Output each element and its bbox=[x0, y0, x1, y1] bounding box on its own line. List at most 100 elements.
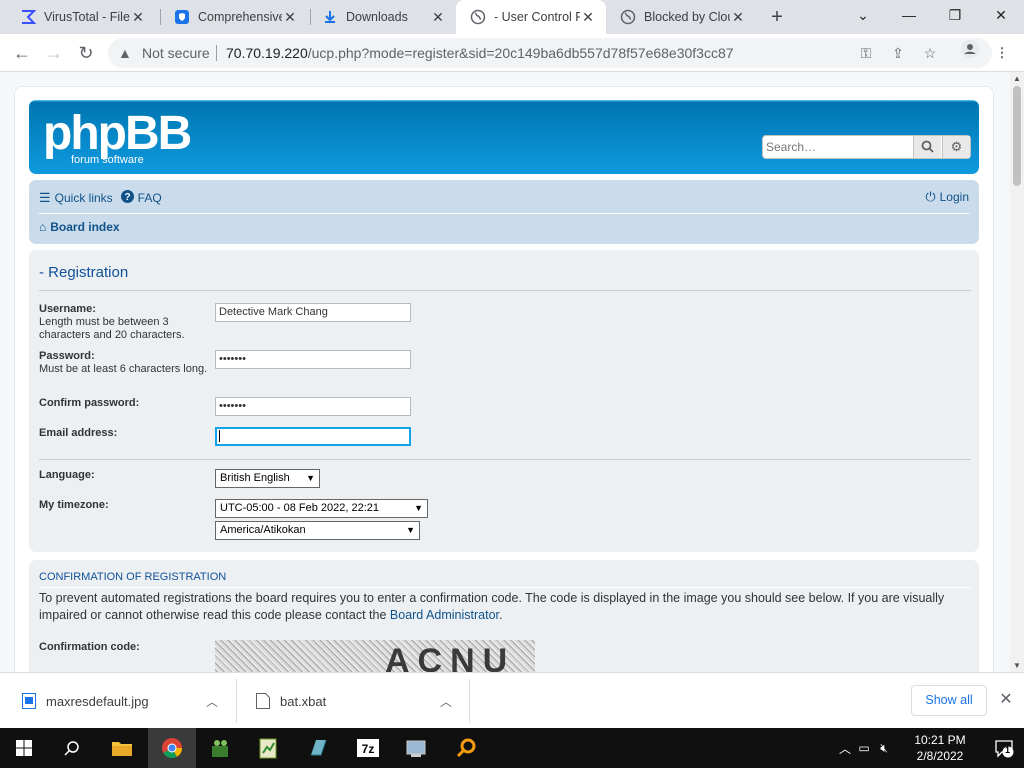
gear-icon: ⚙ bbox=[950, 139, 963, 154]
tab-search-button[interactable]: ⌄ bbox=[840, 0, 886, 30]
close-icon[interactable]: ✕ bbox=[580, 9, 596, 25]
globe-icon bbox=[470, 9, 486, 25]
file-icon bbox=[256, 693, 270, 709]
menu-icon[interactable]: ⋮ bbox=[988, 39, 1016, 67]
globe-icon bbox=[620, 9, 636, 25]
search-taskbar-button[interactable] bbox=[48, 728, 96, 768]
app-button[interactable] bbox=[392, 728, 440, 768]
tab-comprehensive[interactable]: Comprehensive ✕ bbox=[160, 0, 308, 34]
scroll-down-icon[interactable]: ▼ bbox=[1013, 661, 1021, 670]
profile-icon[interactable] bbox=[956, 39, 984, 67]
close-icon[interactable]: ✕ bbox=[730, 9, 746, 25]
timezone-region-value: America/Atikokan bbox=[220, 524, 306, 536]
restore-button[interactable]: ❐ bbox=[932, 0, 978, 30]
language-value: British English bbox=[220, 472, 290, 484]
password-label: Password: bbox=[39, 350, 95, 362]
close-download-bar-icon[interactable]: ✕ bbox=[996, 689, 1016, 711]
download-item[interactable]: bat.xbat ︿ bbox=[256, 673, 466, 729]
search-app-button[interactable] bbox=[442, 728, 490, 768]
divider bbox=[469, 679, 470, 723]
quick-links-label: Quick links bbox=[54, 191, 113, 205]
back-button[interactable]: ← bbox=[8, 39, 36, 67]
timezone-region-select[interactable]: America/Atikokan ▼ bbox=[215, 521, 420, 540]
board-index-link[interactable]: Board index bbox=[50, 220, 119, 234]
key-icon[interactable]: ⚿ bbox=[856, 43, 876, 63]
volume-muted-icon[interactable]: 🔇︎ bbox=[874, 741, 894, 756]
address-bar[interactable]: ▲ Not secure 70.70.19.220/ucp.php?mode=r… bbox=[108, 38, 992, 68]
7zip-button[interactable]: 7z bbox=[344, 728, 392, 768]
forward-button[interactable]: → bbox=[40, 39, 68, 67]
close-icon[interactable]: ✕ bbox=[282, 9, 298, 25]
file-explorer-button[interactable] bbox=[98, 728, 146, 768]
app-button[interactable] bbox=[294, 728, 342, 768]
email-field[interactable] bbox=[215, 427, 411, 446]
tab-downloads[interactable]: Downloads ✕ bbox=[308, 0, 456, 34]
new-tab-button[interactable]: + bbox=[764, 4, 790, 30]
advanced-search-button[interactable]: ⚙ bbox=[942, 136, 970, 158]
notifications-button[interactable]: 1 bbox=[984, 728, 1024, 768]
confirm-password-field[interactable]: ••••••• bbox=[215, 397, 411, 416]
notepad-icon bbox=[259, 738, 277, 759]
browser-toolbar: ← → ↻ ▲ Not secure 70.70.19.220/ucp.php?… bbox=[0, 34, 1024, 72]
chevron-up-icon[interactable]: ︿ bbox=[836, 740, 854, 757]
star-icon[interactable]: ☆ bbox=[920, 43, 940, 63]
confirm-password-label: Confirm password: bbox=[39, 397, 140, 409]
faq-label: FAQ bbox=[137, 191, 162, 205]
close-window-button[interactable]: ✕ bbox=[978, 0, 1024, 30]
tab-user-control-panel[interactable]: - User Control P ✕ bbox=[456, 0, 606, 34]
password-field[interactable]: ••••••• bbox=[215, 350, 411, 369]
scrollbar[interactable]: ▲ ▼ bbox=[1010, 72, 1024, 672]
tab-virustotal[interactable]: VirusTotal - File ✕ bbox=[6, 0, 156, 34]
7zip-icon: 7z bbox=[357, 739, 379, 757]
tab-title: Blocked by Clou bbox=[644, 10, 730, 24]
download-filename: maxresdefault.jpg bbox=[46, 693, 149, 709]
app-icon bbox=[406, 740, 426, 757]
notification-count: 1 bbox=[1005, 745, 1011, 755]
reload-button[interactable]: ↻ bbox=[72, 39, 100, 67]
chevron-up-icon[interactable]: ︿ bbox=[206, 693, 218, 710]
app-button[interactable] bbox=[196, 728, 244, 768]
scroll-up-icon[interactable]: ▲ bbox=[1013, 74, 1021, 83]
minimize-button[interactable]: — bbox=[886, 0, 932, 30]
board-admin-link[interactable]: Board Administrator bbox=[390, 608, 499, 622]
username-field[interactable]: Detective Mark Chang bbox=[215, 303, 411, 322]
download-bar: maxresdefault.jpg ︿ bat.xbat ︿ Show all … bbox=[0, 672, 1024, 728]
faq-link[interactable]: ? FAQ bbox=[120, 190, 162, 206]
share-icon[interactable]: ⇪ bbox=[888, 43, 908, 63]
download-item[interactable]: maxresdefault.jpg ︿ bbox=[22, 673, 232, 729]
phpbb-logo[interactable]: phpBB forum software bbox=[43, 110, 192, 167]
close-icon[interactable]: ✕ bbox=[430, 9, 446, 25]
registration-panel: - Registration Username: Length must be … bbox=[29, 250, 979, 552]
logo-subtext: forum software bbox=[71, 154, 144, 166]
close-icon[interactable]: ✕ bbox=[130, 9, 146, 25]
windows-taskbar: 7z ︿ ▭ 🔇︎ 10:21 PM 2/8/2022 1 bbox=[0, 728, 1024, 768]
search-box: ⚙ bbox=[762, 135, 971, 159]
timezone-select[interactable]: UTC-05:00 - 08 Feb 2022, 22:21 ▼ bbox=[215, 499, 428, 518]
search-button[interactable] bbox=[913, 136, 941, 158]
captcha-image: ACNU bbox=[215, 640, 535, 672]
chrome-button[interactable] bbox=[148, 728, 196, 768]
network-icon[interactable]: ▭ bbox=[854, 741, 874, 755]
system-tray: ︿ ▭ 🔇︎ bbox=[836, 728, 894, 768]
scrollbar-thumb[interactable] bbox=[1013, 86, 1021, 186]
url-path: /ucp.php?mode=register&sid=20c149ba6db55… bbox=[307, 45, 734, 61]
chrome-icon bbox=[162, 738, 183, 759]
login-label: Login bbox=[939, 190, 969, 204]
email-label: Email address: bbox=[39, 427, 118, 439]
login-link[interactable]: ⏻ Login bbox=[925, 189, 969, 205]
shield-icon bbox=[174, 9, 190, 25]
tab-title: Comprehensive bbox=[198, 10, 282, 24]
text-cursor bbox=[219, 430, 220, 443]
notepad-button[interactable] bbox=[244, 728, 292, 768]
tab-blocked[interactable]: Blocked by Clou ✕ bbox=[606, 0, 756, 34]
clock[interactable]: 10:21 PM 2/8/2022 bbox=[900, 732, 980, 764]
quick-links-link[interactable]: ☰ Quick links bbox=[39, 190, 113, 206]
url-text[interactable]: 70.70.19.220/ucp.php?mode=register&sid=2… bbox=[226, 45, 734, 61]
show-all-button[interactable]: Show all bbox=[911, 685, 987, 716]
tab-strip: VirusTotal - File ✕ Comprehensive ✕ Down… bbox=[0, 0, 1024, 34]
chevron-up-icon[interactable]: ︿ bbox=[440, 693, 452, 710]
search-input[interactable] bbox=[763, 136, 913, 158]
warning-icon: ▲ bbox=[118, 45, 132, 61]
language-select[interactable]: British English ▼ bbox=[215, 469, 320, 488]
start-button[interactable] bbox=[0, 728, 48, 768]
